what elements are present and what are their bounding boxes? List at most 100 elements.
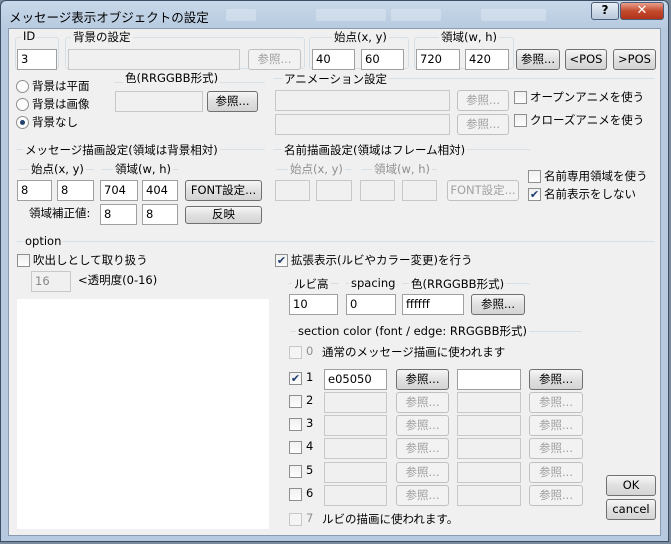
reflect-button[interactable]: 反映 <box>185 206 262 224</box>
section-edge-input[interactable] <box>457 415 521 436</box>
titlebar-ghost <box>481 9 546 21</box>
animation-label: アニメーション設定 <box>282 71 390 87</box>
bg-color-input[interactable] <box>115 91 203 112</box>
name-h-input[interactable] <box>402 180 437 201</box>
ext-color-label: 色(RRGGBB形式) <box>409 276 507 292</box>
ruby-input[interactable]: 10 <box>289 294 338 315</box>
id-label: ID <box>21 29 38 43</box>
name-x-input[interactable] <box>275 180 310 201</box>
bg-input[interactable] <box>68 49 240 70</box>
alpha-input[interactable]: 16 <box>31 271 71 292</box>
window-title: メッセージ表示オブジェクトの設定 <box>9 10 209 25</box>
area-ref-button[interactable]: 参照... <box>516 49 560 70</box>
section-edge-ref-button[interactable]: 参照... <box>529 369 583 390</box>
name-font-button[interactable]: FONT設定... <box>447 180 519 201</box>
msg-w-input[interactable]: 704 <box>100 180 138 201</box>
section-font-input[interactable]: e05050 <box>324 369 387 390</box>
close-anim-ref-button[interactable]: 参照... <box>457 114 509 135</box>
section-edge-input[interactable] <box>457 462 521 483</box>
msg-x-input[interactable]: 8 <box>17 180 52 201</box>
option-label: option <box>23 234 64 248</box>
id-input[interactable]: 3 <box>17 49 57 70</box>
section-font-ref-button[interactable]: 参照... <box>396 415 449 436</box>
section-edge-input[interactable] <box>457 438 521 459</box>
section-row-checkbox[interactable] <box>289 488 302 501</box>
dialog-client: ID 3 背景の設定 参照... 始点(x, y) 40 60 領域(w, h)… <box>8 28 661 536</box>
spacing-input[interactable]: 0 <box>346 294 396 315</box>
help-button[interactable]: ? <box>591 2 619 20</box>
bg-color-ref-button[interactable]: 参照... <box>207 91 258 112</box>
start-y-input[interactable]: 60 <box>361 49 404 70</box>
radio-bg-image[interactable] <box>16 98 29 111</box>
name-start-label: 始点(x, y) <box>288 161 345 177</box>
name-area-sub-label: 領域(w, h) <box>372 161 432 177</box>
section-row0-checkbox[interactable] <box>289 346 302 359</box>
section-row7-checkbox[interactable] <box>289 513 302 526</box>
section-edge-ref-button[interactable]: 参照... <box>529 415 583 436</box>
radio-bg-plane[interactable] <box>16 80 29 93</box>
section-edge-input[interactable] <box>457 392 521 413</box>
name-w-input[interactable] <box>360 180 395 201</box>
section-font-input[interactable] <box>324 415 387 436</box>
area-h-input[interactable]: 420 <box>465 49 509 70</box>
open-anim-input[interactable] <box>275 90 450 111</box>
section-row-num: 3 <box>306 416 314 430</box>
area-w-input[interactable]: 720 <box>416 49 460 70</box>
section-row-checkbox[interactable] <box>289 418 302 431</box>
section-edge-ref-button[interactable]: 参照... <box>529 392 583 413</box>
section-font-ref-button[interactable]: 参照... <box>396 392 449 413</box>
msg-h-input[interactable]: 404 <box>142 180 178 201</box>
section-font-ref-button[interactable]: 参照... <box>396 369 449 390</box>
pos-next-button[interactable]: >POS <box>613 49 656 70</box>
section-edge-input[interactable] <box>457 485 521 506</box>
section-font-input[interactable] <box>324 485 387 506</box>
msg-area-label: メッセージ描画設定(領域は背景相対) <box>23 142 220 158</box>
title-bar[interactable]: メッセージ表示オブジェクトの設定 ? ✕ <box>1 1 668 29</box>
bg-ref-button[interactable]: 参照... <box>248 49 301 70</box>
start-x-input[interactable]: 40 <box>312 49 355 70</box>
section-edge-input[interactable] <box>457 369 521 390</box>
section-font-input[interactable] <box>324 462 387 483</box>
hide-name-checkbox[interactable]: ✔ <box>528 188 541 201</box>
section-edge-ref-button[interactable]: 参照... <box>529 462 583 483</box>
ext-color-input[interactable]: ffffff <box>402 294 464 315</box>
start-label: 始点(x, y) <box>332 29 389 45</box>
option-preview-area[interactable] <box>17 299 269 529</box>
bg-color-label: 色(RRGGBB形式) <box>123 70 221 86</box>
section-row-checkbox[interactable]: ✔ <box>289 372 302 385</box>
radio-bg-none[interactable] <box>16 116 29 129</box>
section-row-checkbox[interactable] <box>289 395 302 408</box>
balloon-checkbox[interactable] <box>17 254 30 267</box>
section-font-input[interactable] <box>324 392 387 413</box>
cancel-button[interactable]: cancel <box>606 499 656 520</box>
section-row7-text: ルビの描画に使われます。 <box>322 512 459 526</box>
open-anim-label: オープンアニメを使う <box>530 90 645 104</box>
section-edge-ref-button[interactable]: 参照... <box>529 438 583 459</box>
section-font-ref-button[interactable]: 参照... <box>396 438 449 459</box>
ok-button[interactable]: OK <box>606 475 656 496</box>
name-area-checkbox[interactable] <box>528 170 541 183</box>
adj-y-input[interactable]: 8 <box>142 204 178 225</box>
section-font-input[interactable] <box>324 438 387 459</box>
section-font-ref-button[interactable]: 参照... <box>396 485 449 506</box>
close-anim-input[interactable] <box>275 114 450 135</box>
msg-font-button[interactable]: FONT設定... <box>185 180 262 201</box>
section-row-checkbox[interactable] <box>289 441 302 454</box>
section-edge-ref-button[interactable]: 参照... <box>529 485 583 506</box>
close-anim-label: クローズアニメを使う <box>530 113 645 127</box>
close-anim-checkbox[interactable] <box>514 114 527 127</box>
pos-prev-button[interactable]: <POS <box>565 49 607 70</box>
ext-color-ref-button[interactable]: 参照... <box>471 294 525 315</box>
extended-checkbox[interactable]: ✔ <box>275 254 288 267</box>
name-y-input[interactable] <box>316 180 352 201</box>
adj-x-input[interactable]: 8 <box>100 204 137 225</box>
open-anim-ref-button[interactable]: 参照... <box>457 90 509 111</box>
open-anim-checkbox[interactable] <box>514 91 527 104</box>
section-row7-num: 7 <box>306 511 314 525</box>
section-row-checkbox[interactable] <box>289 465 302 478</box>
close-button[interactable]: ✕ <box>620 2 664 20</box>
adjust-label: 領域補正値: <box>29 206 91 220</box>
section-font-ref-button[interactable]: 参照... <box>396 462 449 483</box>
msg-y-input[interactable]: 8 <box>57 180 94 201</box>
name-area-label: 名前描画設定(領域はフレーム相対) <box>282 142 468 158</box>
